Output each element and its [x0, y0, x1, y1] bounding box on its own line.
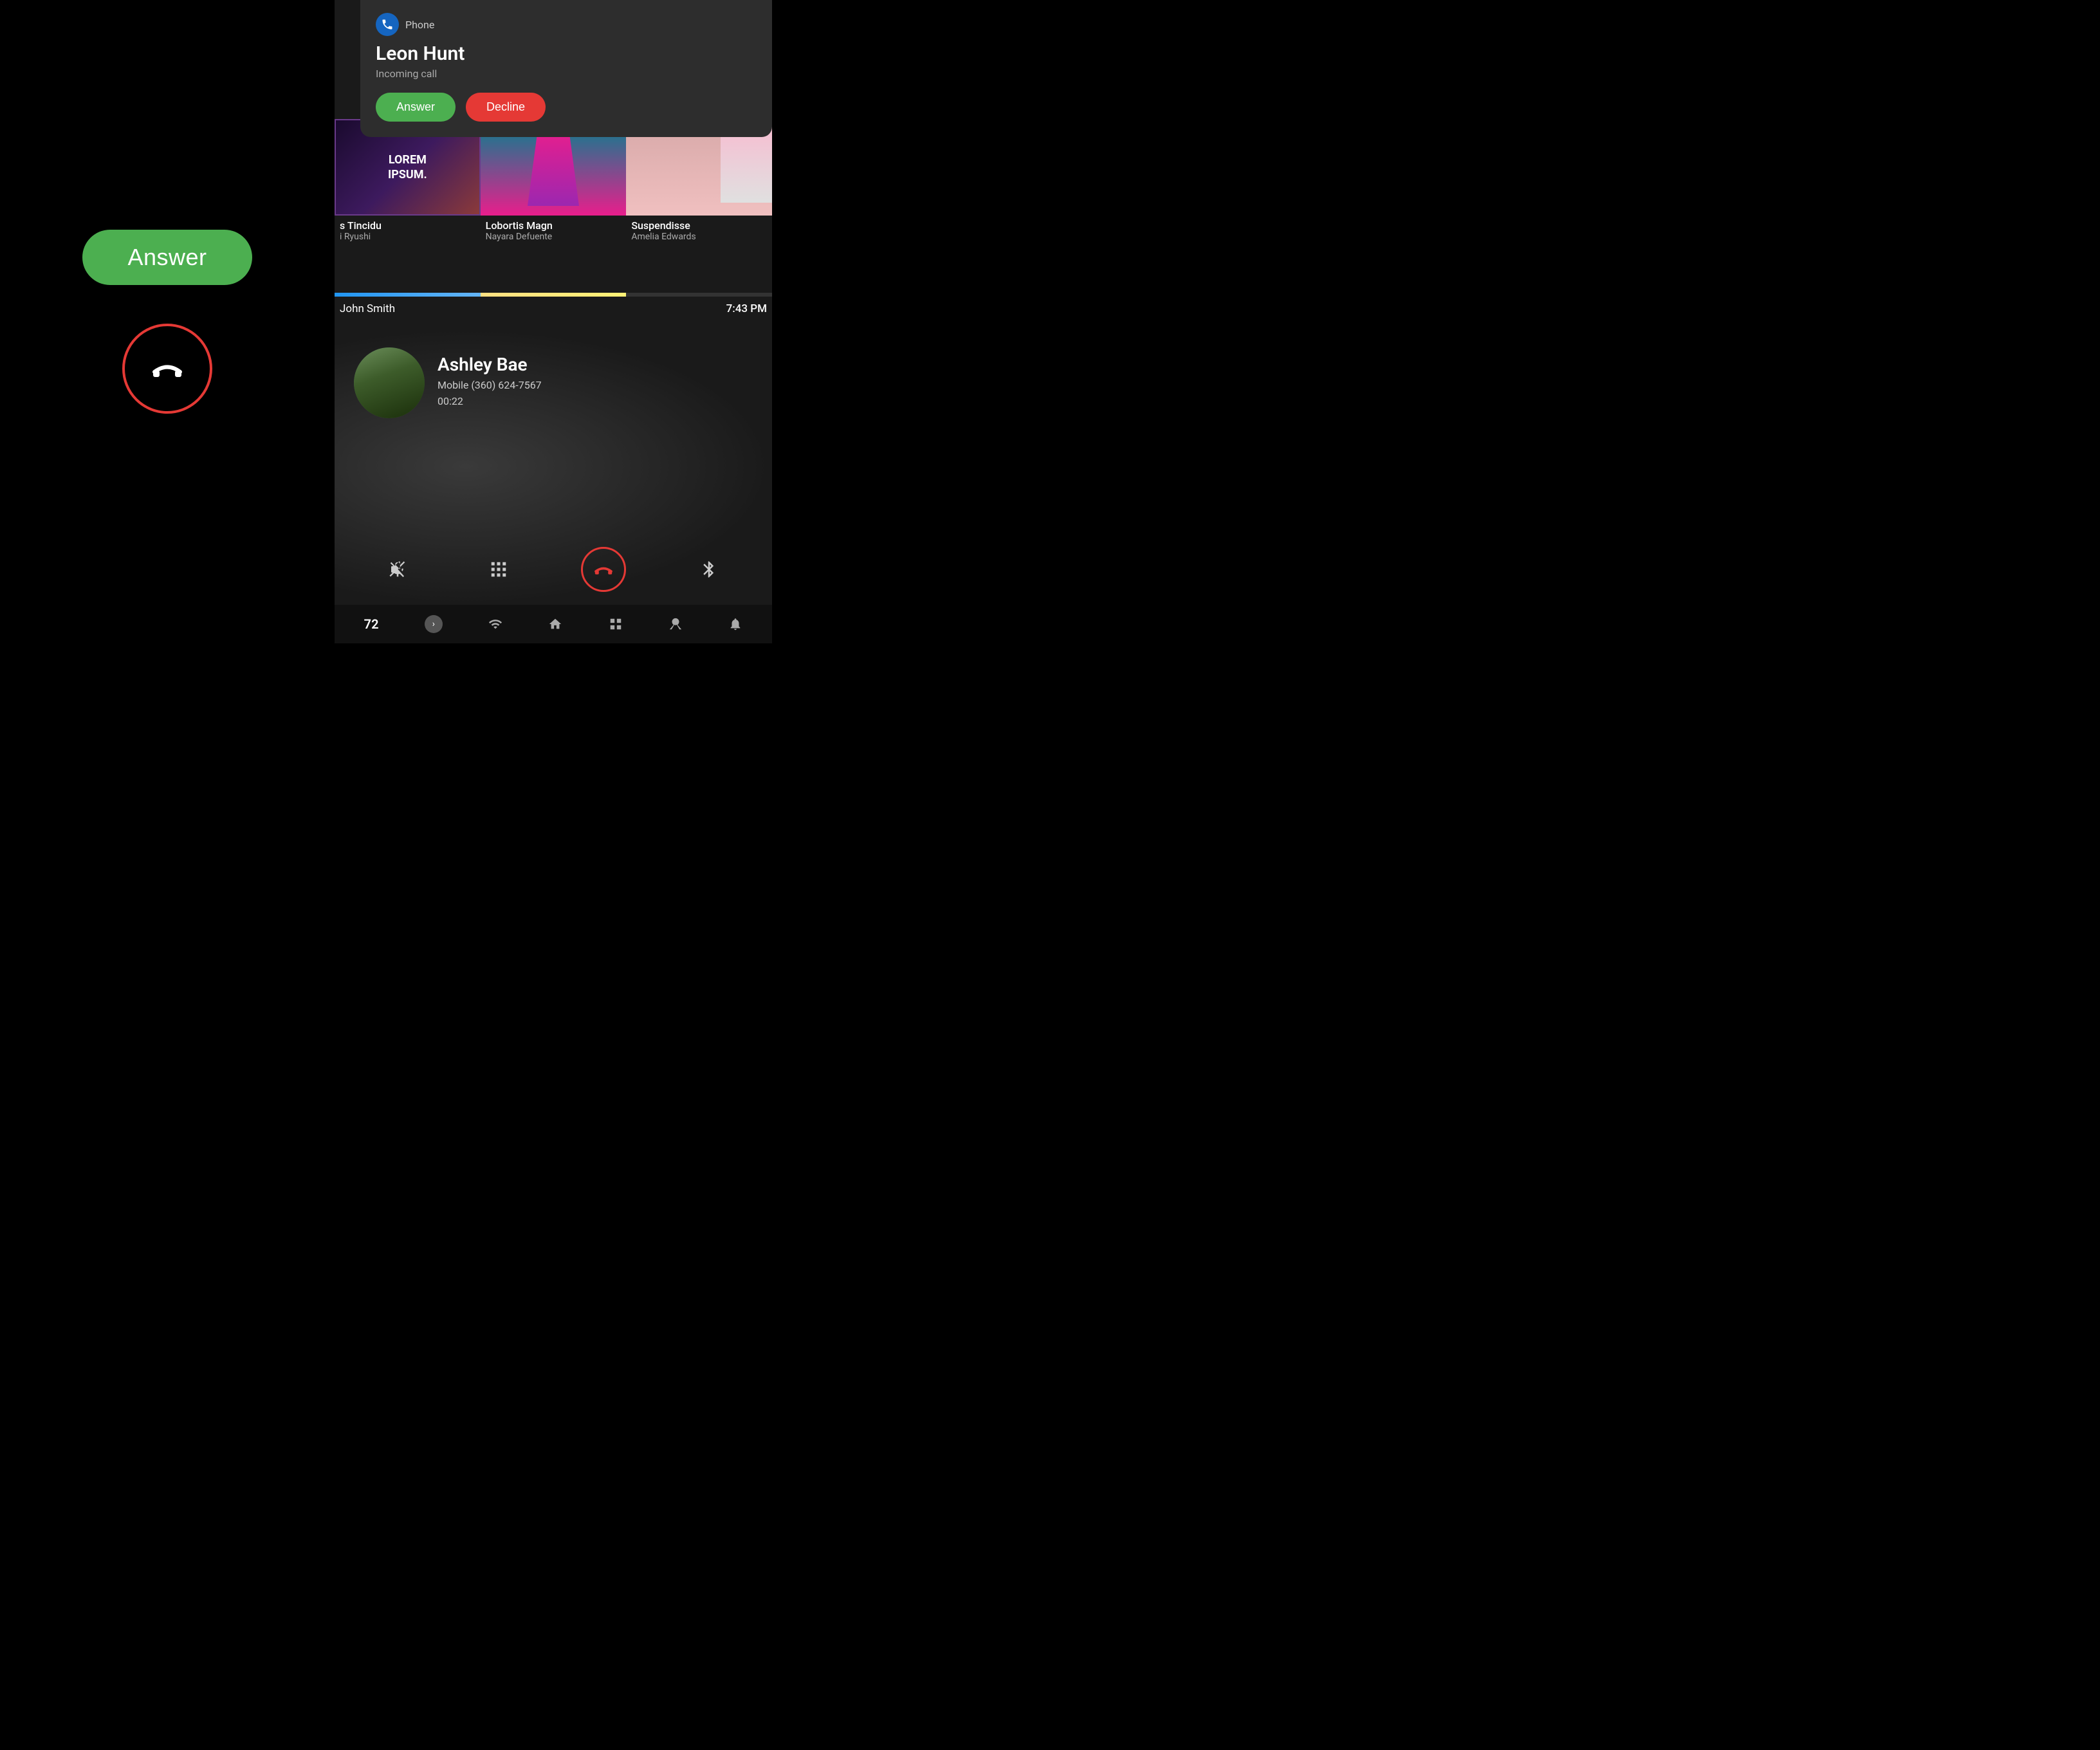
arrow-icon[interactable]: ›: [425, 615, 443, 633]
answer-button-large[interactable]: Answer: [82, 230, 252, 285]
caller-info: Ashley Bae Mobile (360) 624-7567 00:22: [438, 354, 542, 407]
media-card-3-info: Suspendisse Amelia Edwards: [626, 216, 772, 246]
notification-app-name: Phone: [405, 19, 434, 31]
media-card-3-author: Amelia Edwards: [631, 232, 767, 242]
media-card-1-info: s Tincidu i Ryushi: [335, 216, 481, 246]
bell-icon: [728, 617, 742, 631]
track-time: 7:43 PM: [726, 302, 767, 315]
media-card-2-title: Lobortis Magn: [486, 219, 622, 232]
keypad-button[interactable]: [481, 551, 517, 587]
bluetooth-icon: [699, 560, 719, 579]
keypad-icon: [489, 560, 508, 579]
phone-icon: [381, 18, 394, 31]
progress-bar-1: [335, 293, 481, 297]
media-card-1-author: i Ryushi: [340, 232, 475, 242]
mute-button[interactable]: [380, 551, 416, 587]
caller-avatar: [354, 347, 425, 418]
media-grid: LOREMIPSUM. s Tincidu i Ryushi Lobortis …: [335, 119, 772, 248]
phone-app-icon: [376, 13, 399, 36]
track-name: John Smith: [340, 302, 395, 315]
end-call-icon: [148, 349, 187, 388]
call-widget: Ashley Bae Mobile (360) 624-7567 00:22: [335, 328, 772, 605]
notification-caller-name: Leon Hunt: [376, 42, 757, 65]
lorem-text: LOREMIPSUM.: [388, 152, 427, 183]
track-info: John Smith 7:43 PM: [335, 297, 772, 320]
notification-popup: Phone Leon Hunt Incoming call Answer Dec…: [360, 0, 772, 137]
notification-decline-button[interactable]: Decline: [466, 93, 546, 122]
home-icon: [548, 617, 562, 631]
media-card-2-info: Lobortis Magn Nayara Defuente: [481, 216, 627, 246]
bottom-navigation: 72 ›: [335, 605, 772, 643]
notification-subtitle: Incoming call: [376, 68, 757, 80]
media-card-1[interactable]: LOREMIPSUM. s Tincidu i Ryushi: [335, 119, 481, 248]
media-card-1-title: s Tincidu: [340, 219, 475, 232]
media-card-2[interactable]: Lobortis Magn Nayara Defuente: [481, 119, 627, 248]
fan-icon: [668, 617, 683, 631]
media-card-2-author: Nayara Defuente: [486, 232, 622, 242]
nav-badge-item: 72: [364, 616, 379, 632]
notification-buttons: Answer Decline: [376, 93, 757, 122]
end-call-icon-small: [592, 558, 615, 581]
nav-grid-button[interactable]: [609, 617, 623, 631]
notification-header: Phone: [376, 13, 757, 36]
media-card-3[interactable]: Suspendisse Amelia Edwards: [626, 119, 772, 248]
decline-circle-button[interactable]: [122, 324, 212, 414]
right-panel: Phone Leon Hunt Incoming call Answer Dec…: [335, 0, 772, 643]
progress-area: [335, 293, 772, 297]
nav-fan-button[interactable]: [668, 617, 683, 631]
call-controls: [335, 547, 772, 592]
nav-signal-button[interactable]: [488, 617, 502, 631]
nav-arrow-button[interactable]: ›: [425, 615, 443, 633]
bluetooth-button[interactable]: [691, 551, 727, 587]
figure-silhouette-2: [528, 129, 579, 206]
left-panel: Answer: [0, 0, 335, 643]
caller-name: Ashley Bae: [438, 354, 542, 375]
progress-bar-2: [481, 293, 627, 297]
notification-answer-button[interactable]: Answer: [376, 93, 456, 122]
nav-bell-button[interactable]: [728, 617, 742, 631]
end-call-button[interactable]: [581, 547, 626, 592]
call-duration: 00:22: [438, 395, 542, 407]
avatar-face: [354, 347, 425, 418]
media-card-3-title: Suspendisse: [631, 219, 767, 232]
grid-icon: [609, 617, 623, 631]
caller-number: Mobile (360) 624-7567: [438, 379, 542, 391]
nav-home-button[interactable]: [548, 617, 562, 631]
signal-icon: [488, 617, 502, 631]
nav-badge: 72: [364, 616, 379, 632]
microphone-muted-icon: [388, 560, 407, 579]
progress-bar-3: [626, 293, 772, 297]
